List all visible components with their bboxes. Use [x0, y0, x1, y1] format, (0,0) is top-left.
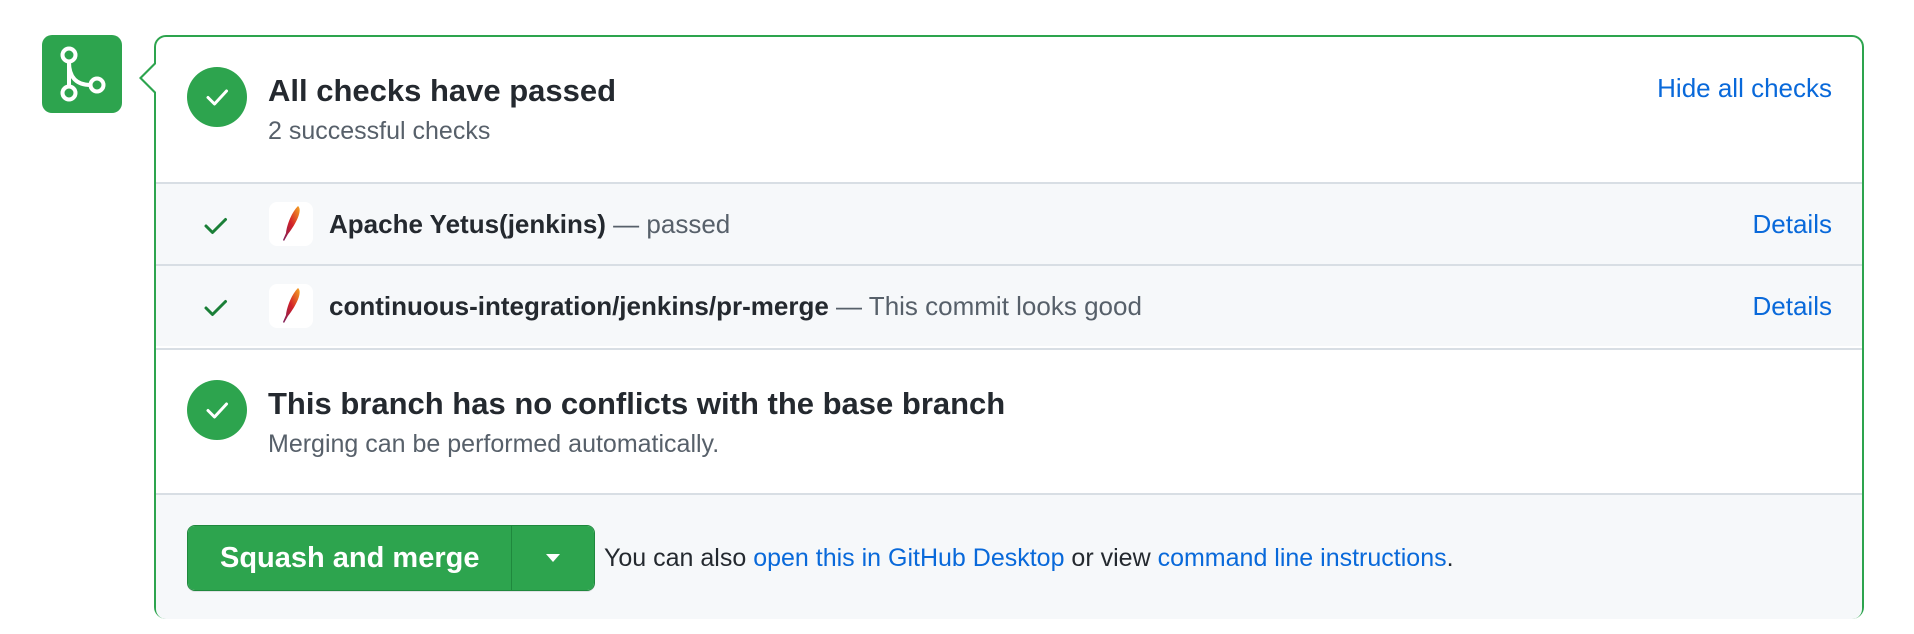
checks-subtitle: 2 successful checks	[268, 117, 491, 145]
hide-all-checks-link[interactable]: Hide all checks	[1657, 73, 1832, 104]
check-row: continuous-integration/jenkins/pr-merge …	[156, 264, 1862, 346]
checks-title: All checks have passed	[268, 73, 617, 108]
check-details-link[interactable]: Details	[1753, 209, 1832, 240]
checks-passed-badge	[187, 67, 247, 127]
merge-box: All checks have passed 2 successful chec…	[154, 35, 1864, 619]
merge-hint-middle: or view	[1064, 544, 1158, 572]
merge-hint-prefix: You can also	[604, 544, 754, 572]
checks-status-section: All checks have passed 2 successful chec…	[156, 37, 1862, 182]
command-line-instructions-link[interactable]: command line instructions	[1158, 544, 1447, 572]
check-description: — passed	[605, 209, 731, 239]
panel-pointer-fill	[142, 64, 156, 92]
conflicts-subtitle: Merging can be performed automatically.	[268, 430, 720, 458]
no-conflicts-badge	[187, 380, 247, 440]
merge-method-dropdown-button[interactable]	[511, 526, 595, 590]
conflicts-status-section: This branch has no conflicts with the ba…	[156, 348, 1862, 493]
check-icon	[204, 300, 227, 316]
check-name: continuous-integration/jenkins/pr-merge	[329, 291, 829, 321]
check-name: Apache Yetus(jenkins)	[329, 209, 606, 239]
check-icon	[206, 402, 228, 419]
conflicts-title: This branch has no conflicts with the ba…	[268, 386, 1006, 421]
merge-action-section: Squash and merge You can also open this …	[156, 493, 1862, 619]
check-details-link[interactable]: Details	[1753, 291, 1832, 322]
git-merge-icon	[60, 46, 106, 102]
check-description: — This commit looks good	[828, 291, 1142, 321]
squash-and-merge-button[interactable]: Squash and merge	[188, 526, 512, 590]
merge-hint-suffix: .	[1446, 544, 1454, 572]
open-in-github-desktop-link[interactable]: open this in GitHub Desktop	[753, 544, 1064, 572]
check-icon	[206, 89, 228, 106]
check-icon	[204, 218, 227, 234]
merge-button-group: Squash and merge	[187, 525, 596, 591]
triangle-down-icon	[546, 554, 561, 562]
merge-status-icon-box	[42, 35, 122, 113]
check-row: Apache Yetus(jenkins) — passed Details	[156, 182, 1862, 264]
merge-hint-text: You can also open this in GitHub Desktop…	[604, 544, 1454, 573]
apache-feather-icon	[269, 284, 313, 328]
apache-feather-icon	[269, 202, 313, 246]
